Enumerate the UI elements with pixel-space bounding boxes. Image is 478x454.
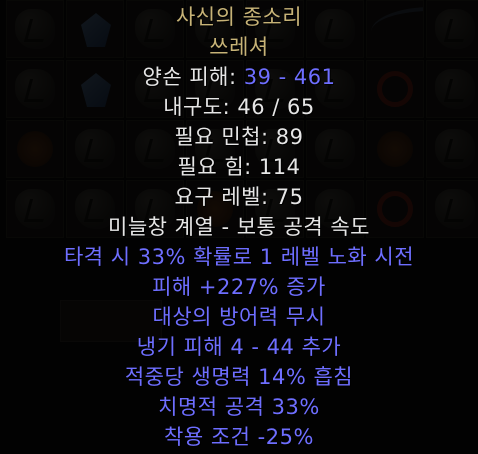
required-strength: 필요 힘: 114 bbox=[177, 155, 301, 179]
property-line: 타격 시 33% 확률로 1 레벨 노화 시전 bbox=[63, 245, 415, 269]
attack-speed: 미늘창 계열 - 보통 공격 속도 bbox=[108, 215, 370, 239]
required-level: 요구 레벨: 75 bbox=[174, 185, 304, 209]
damage-stat: 양손 피해: 39 - 461 bbox=[0, 64, 478, 90]
property-line: 치명적 공격 33% bbox=[158, 395, 320, 419]
damage-label: 양손 피해: bbox=[142, 65, 244, 89]
item-tooltip: 사신의 종소리 쓰레셔 양손 피해: 39 - 461 내구도: 46 / 65… bbox=[0, 0, 478, 454]
item-base-type: 쓰레셔 bbox=[209, 35, 269, 59]
property-line: 대상의 방어력 무시 bbox=[152, 305, 326, 329]
property-line: 냉기 피해 4 - 44 추가 bbox=[136, 335, 342, 359]
durability-stat: 내구도: 46 / 65 bbox=[163, 95, 315, 119]
property-line: 착용 조건 -25% bbox=[164, 425, 314, 449]
damage-value: 39 - 461 bbox=[243, 65, 336, 89]
item-name: 사신의 종소리 bbox=[175, 5, 303, 29]
property-line: 적중당 생명력 14% 흡침 bbox=[124, 365, 354, 389]
required-dexterity: 필요 민첩: 89 bbox=[174, 125, 304, 149]
property-line: 피해 +227% 증가 bbox=[152, 275, 326, 299]
